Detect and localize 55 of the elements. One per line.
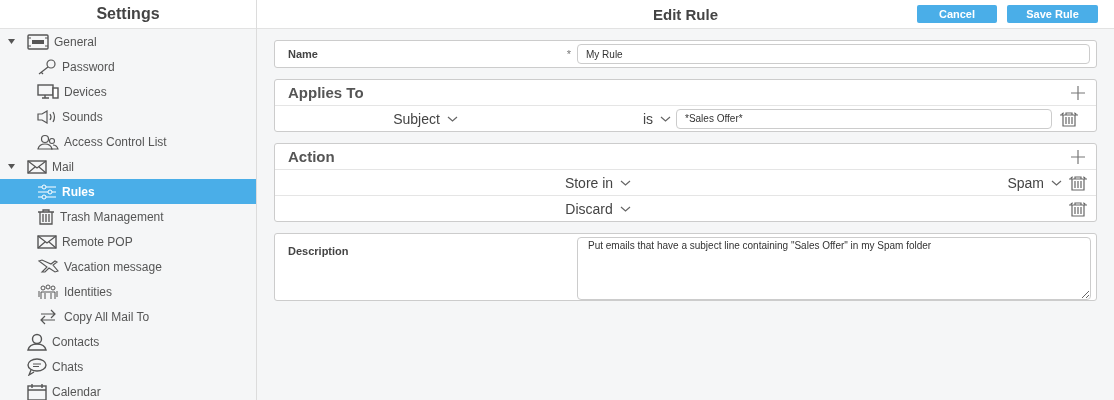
trash-icon	[37, 208, 55, 225]
speech-bubble-icon	[27, 357, 47, 376]
field-label: Description	[288, 245, 349, 259]
panel-icon	[27, 33, 49, 50]
value-field[interactable]: *Sales Offer*	[676, 108, 1052, 129]
people-icon	[37, 133, 59, 150]
speaker-icon	[37, 109, 57, 124]
field-label: Name	[288, 48, 319, 60]
tree-item[interactable]: Access Control List	[0, 129, 256, 154]
expand-arrow-icon[interactable]	[8, 164, 15, 169]
tree-item[interactable]: Sounds	[0, 104, 256, 129]
description-field[interactable]: Put emails that have a subject line containing "Sales Offer" in my Spam folder	[577, 237, 1091, 300]
section-title: Action	[288, 148, 335, 165]
action-dropdown[interactable]: Discard	[565, 200, 631, 217]
tree-item[interactable]: Trash Management	[0, 204, 256, 229]
folder-dropdown[interactable]: Spam	[1007, 174, 1062, 191]
operator-dropdown[interactable]: is	[642, 110, 671, 127]
envelope-icon	[37, 234, 57, 249]
tree-item[interactable]: Chats	[0, 354, 256, 379]
tree-item[interactable]: General	[0, 29, 256, 54]
person-icon	[27, 332, 47, 351]
add-button[interactable]	[1070, 84, 1086, 101]
sidebar-title: Settings	[0, 0, 256, 29]
chevron-down-icon	[620, 179, 632, 186]
tree-item[interactable]: Identities	[0, 279, 256, 304]
tree-item[interactable]: Password	[0, 54, 256, 79]
delete-button[interactable]	[1059, 110, 1079, 127]
chevron-down-icon	[1051, 179, 1062, 186]
tree-item[interactable]: Mail	[0, 154, 256, 179]
delete-button[interactable]	[1068, 200, 1088, 217]
expand-arrow-icon[interactable]	[8, 39, 15, 44]
tree-item[interactable]: Calendar	[0, 379, 256, 400]
tree-item[interactable]: Remote POP	[0, 229, 256, 254]
envelope-icon	[27, 159, 47, 174]
required-mark: *	[566, 48, 571, 60]
devices-icon	[37, 83, 59, 100]
action-dropdown[interactable]: Store in	[564, 174, 632, 191]
group-icon	[37, 283, 59, 300]
delete-button[interactable]	[1068, 174, 1088, 191]
tree-item[interactable]: Devices	[0, 79, 256, 104]
tree-item[interactable]: Copy All Mail To	[0, 304, 256, 329]
sliders-icon	[37, 183, 57, 200]
page-title: Edit Rule	[653, 5, 718, 23]
add-button[interactable]	[1070, 148, 1086, 165]
chevron-down-icon	[446, 115, 458, 122]
calendar-icon	[27, 382, 47, 400]
tree-item[interactable]: Contacts	[0, 329, 256, 354]
chevron-down-icon	[619, 205, 631, 212]
name-field[interactable]: My Rule	[577, 44, 1090, 64]
chevron-down-icon	[660, 115, 671, 122]
key-icon	[37, 58, 57, 75]
tree-item[interactable]: Vacation message	[0, 254, 256, 279]
field-dropdown[interactable]: Subject	[393, 110, 458, 127]
airplane-icon	[37, 258, 59, 275]
section-title: Applies To	[288, 84, 364, 101]
